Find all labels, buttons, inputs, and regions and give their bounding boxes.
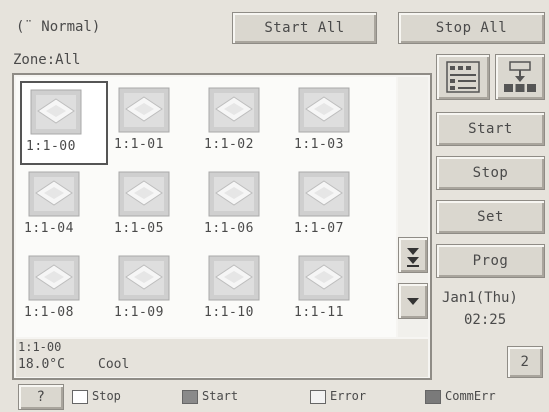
unit-label: 1:1-11 (294, 305, 344, 320)
start-button[interactable]: Start (436, 112, 545, 146)
indoor-unit-icon (298, 171, 350, 217)
indoor-unit-icon (208, 171, 260, 217)
unit-label: 1:1-03 (294, 137, 344, 152)
page-down-button[interactable] (398, 237, 428, 273)
unit-tile[interactable]: 1:1-11 (290, 249, 378, 333)
stop-all-button[interactable]: Stop All (398, 12, 545, 44)
unit-tile[interactable]: 1:1-06 (200, 165, 288, 249)
unit-tile[interactable]: 1:1-02 (200, 81, 288, 165)
list-view-button[interactable] (436, 54, 490, 100)
unit-grid: 1:1-00 1:1-01 1:1-02 1:1-03 1:1-04 1:1-05 1:1-… (16, 77, 396, 337)
error-legend-swatch (310, 390, 326, 404)
unit-tile[interactable]: 1:1-10 (200, 249, 288, 333)
stop-button[interactable]: Stop (436, 156, 545, 190)
indoor-unit-icon (118, 171, 170, 217)
unit-grid-panel: 1:1-00 1:1-01 1:1-02 1:1-03 1:1-04 1:1-05 1:1-… (12, 73, 432, 380)
unit-label: 1:1-04 (24, 221, 74, 236)
start-all-button[interactable]: Start All (232, 12, 377, 44)
detail-mode: Cool (98, 357, 130, 372)
unit-label: 1:1-05 (114, 221, 164, 236)
down-arrow-icon (407, 298, 419, 305)
unit-label: 1:1-02 (204, 137, 254, 152)
indoor-unit-icon (208, 255, 260, 301)
indoor-unit-icon (118, 255, 170, 301)
scroll-down-button[interactable] (398, 283, 428, 319)
unit-label: 1:1-06 (204, 221, 254, 236)
unit-detail: 1:1-00 18.0°C Cool (16, 339, 428, 377)
double-down-arrow-icon (407, 248, 419, 267)
help-button[interactable]: ? (18, 384, 64, 410)
stop-legend-label: Stop (92, 389, 121, 403)
detail-unit: 1:1-00 (18, 340, 62, 354)
unit-tile[interactable]: 1:1-05 (110, 165, 198, 249)
unit-label: 1:1-10 (204, 305, 254, 320)
indoor-unit-icon (28, 171, 80, 217)
indoor-unit-icon (118, 87, 170, 133)
page-button[interactable]: 2 (507, 346, 543, 378)
unit-tile[interactable]: 1:1-08 (20, 249, 108, 333)
unit-tile[interactable]: 1:1-00 (20, 81, 108, 165)
unit-tile[interactable]: 1:1-09 (110, 249, 198, 333)
unit-tile[interactable]: 1:1-04 (20, 165, 108, 249)
clock-date: Jan1(Thu) (442, 290, 518, 306)
start-legend-swatch (182, 390, 198, 404)
error-legend-label: Error (330, 389, 367, 403)
unit-label: 1:1-08 (24, 305, 74, 320)
unit-label: 1:1-01 (114, 137, 164, 152)
unit-label: 1:1-07 (294, 221, 344, 236)
start-legend-label: Start (202, 389, 239, 403)
stop-legend-swatch (72, 390, 88, 404)
prog-button[interactable]: Prog (436, 244, 545, 278)
indoor-unit-icon (298, 87, 350, 133)
indoor-unit-icon (30, 89, 82, 135)
zone-label: Zone:All (13, 52, 81, 68)
indoor-unit-icon (298, 255, 350, 301)
unit-label: 1:1-00 (26, 139, 76, 154)
unit-label: 1:1-09 (114, 305, 164, 320)
unit-tile[interactable]: 1:1-07 (290, 165, 378, 249)
comm-err-legend-label: CommErr (445, 389, 496, 403)
group-view-button[interactable] (495, 54, 545, 100)
list-view-icon (446, 61, 480, 93)
comm-err-legend-swatch (425, 390, 441, 404)
indoor-unit-icon (208, 87, 260, 133)
detail-temperature: 18.0°C (18, 357, 65, 372)
unit-tile[interactable]: 1:1-03 (290, 81, 378, 165)
set-button[interactable]: Set (436, 200, 545, 234)
mode-indicator: (¨ Normal) (16, 19, 101, 35)
indoor-unit-icon (28, 255, 80, 301)
clock-time: 02:25 (464, 312, 507, 328)
unit-tile[interactable]: 1:1-01 (110, 81, 198, 165)
group-view-icon (504, 61, 536, 92)
